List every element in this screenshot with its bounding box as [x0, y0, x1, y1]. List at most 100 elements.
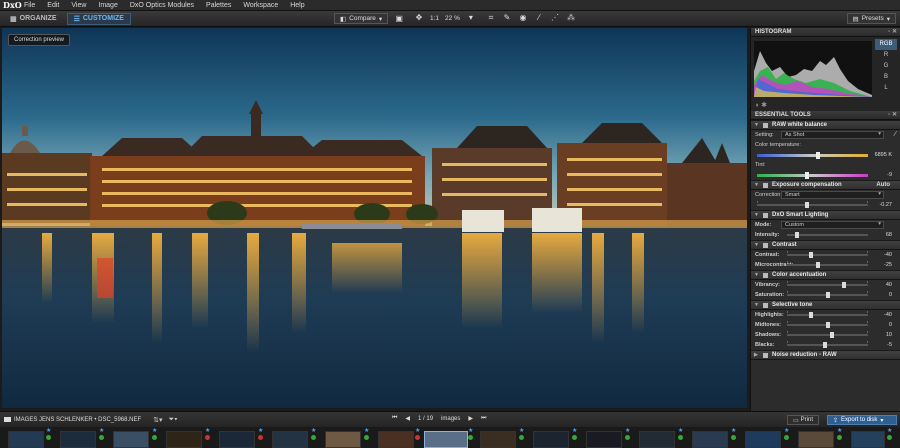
filmstrip-thumbnail[interactable]	[639, 431, 675, 448]
highlights-value[interactable]: -40	[870, 312, 892, 318]
expand-icon[interactable]: ▶	[754, 352, 760, 358]
export-button[interactable]: ⇪ Export to disk ▾	[827, 415, 897, 425]
star-icon[interactable]: ★	[887, 427, 892, 434]
menu-workspace[interactable]: Workspace	[237, 0, 284, 11]
saturation-value[interactable]: 0	[870, 292, 892, 298]
filmstrip-thumbnail[interactable]	[745, 431, 781, 448]
star-icon[interactable]: ★	[415, 427, 420, 434]
vibrancy-knob[interactable]	[841, 282, 846, 288]
microcontrast-value[interactable]: -25	[870, 262, 892, 268]
channel-b[interactable]: B	[875, 72, 897, 83]
blacks-slider[interactable]	[787, 341, 868, 348]
temperature-slider[interactable]	[757, 152, 868, 159]
highlights-knob[interactable]	[809, 312, 814, 318]
star-icon[interactable]: ★	[468, 427, 473, 434]
filmstrip-thumbnail[interactable]	[533, 431, 569, 448]
exposure-header[interactable]: ▼ Exposure compensation Auto	[751, 180, 900, 190]
tint-knob[interactable]	[804, 172, 809, 179]
filmstrip-thumbnail[interactable]	[586, 431, 622, 448]
last-image-icon[interactable]: ⏭	[481, 415, 486, 422]
zoom-one-to-one[interactable]: 1:1	[430, 15, 439, 22]
repair-brush-icon[interactable]: ✎	[502, 13, 512, 23]
intensity-value[interactable]: 68	[870, 232, 892, 238]
menu-file[interactable]: File	[18, 0, 41, 11]
exposure-correction-select[interactable]: Smart	[781, 191, 884, 199]
star-icon[interactable]: ★	[519, 427, 524, 434]
wb-eyedropper-icon[interactable]: ⁄	[895, 131, 896, 138]
histogram-header[interactable]: HISTOGRAM ▫ ✕	[751, 28, 900, 37]
exposure-slider[interactable]	[757, 201, 868, 208]
temperature-knob[interactable]	[816, 152, 821, 159]
perspective-icon[interactable]: ⋰	[550, 13, 560, 23]
exposure-auto-label[interactable]: Auto	[876, 182, 890, 188]
horizon-icon[interactable]: ⁄	[534, 13, 544, 23]
vibrancy-value[interactable]: 40	[870, 282, 892, 288]
sort-icon[interactable]: ⇅▾	[153, 416, 162, 424]
star-icon[interactable]: ★	[152, 427, 157, 434]
customize-tab[interactable]: ☰ CUSTOMIZE	[66, 12, 131, 25]
organize-tab[interactable]: ▦ ORGANIZE	[4, 13, 63, 25]
shadows-value[interactable]: 10	[870, 332, 892, 338]
filmstrip-thumbnail[interactable]	[219, 431, 255, 448]
menu-image[interactable]: Image	[92, 0, 123, 11]
exposure-knob[interactable]	[804, 202, 809, 208]
filmstrip-thumbnail[interactable]	[8, 431, 44, 448]
star-icon[interactable]: ★	[784, 427, 789, 434]
midtones-knob[interactable]	[825, 322, 830, 328]
contrast-knob[interactable]	[809, 252, 814, 258]
microcontrast-slider[interactable]	[787, 261, 868, 268]
presets-button[interactable]: ▤ Presets ▾	[846, 13, 896, 24]
tint-value[interactable]: -9	[870, 172, 892, 178]
smart-lighting-header[interactable]: ▼ DxO Smart Lighting	[751, 210, 900, 220]
star-icon[interactable]: ★	[205, 427, 210, 434]
filmstrip-thumbnail[interactable]	[480, 431, 516, 448]
filmstrip-thumbnail[interactable]	[851, 431, 885, 448]
shadows-knob[interactable]	[829, 332, 834, 338]
highlights-slider[interactable]	[787, 311, 868, 318]
split-view-icon[interactable]: ▣	[394, 14, 404, 24]
panel-controls-icon[interactable]: ▫ ✕	[888, 28, 897, 37]
filmstrip-thumbnail[interactable]	[272, 431, 308, 448]
move-icon[interactable]: ✥	[414, 13, 424, 23]
temperature-value[interactable]: 6895 K	[870, 152, 892, 158]
star-icon[interactable]: ★	[625, 427, 630, 434]
white-balance-header[interactable]: ▼ RAW white balance	[751, 120, 900, 130]
collapse-icon[interactable]: ▼	[754, 182, 760, 188]
enable-checkbox[interactable]	[763, 302, 768, 308]
saturation-knob[interactable]	[825, 292, 830, 298]
collapse-icon[interactable]: ▼	[754, 302, 760, 308]
shadows-slider[interactable]	[787, 331, 868, 338]
midtones-value[interactable]: 0	[870, 322, 892, 328]
tint-slider[interactable]	[757, 172, 868, 179]
essential-tools-header[interactable]: ESSENTIAL TOOLS ▫ ✕	[751, 111, 900, 120]
enable-checkbox[interactable]	[763, 212, 768, 218]
print-button[interactable]: ▭ Print	[787, 415, 820, 425]
channel-r[interactable]: R	[875, 50, 897, 61]
filter-icon[interactable]: ⏷▾	[169, 416, 178, 424]
zoom-level[interactable]: 22 %	[445, 15, 460, 22]
wb-setting-select[interactable]: As Shot	[781, 131, 884, 139]
menu-optics-modules[interactable]: DxO Optics Modules	[124, 0, 200, 11]
vibrancy-slider[interactable]	[787, 281, 868, 288]
collapse-icon[interactable]: ▼	[754, 242, 760, 248]
first-image-icon[interactable]: ⏮	[392, 415, 397, 422]
red-eye-icon[interactable]: ◉	[518, 13, 528, 23]
selective-tone-header[interactable]: ▼ Selective tone	[751, 300, 900, 310]
star-icon[interactable]: ★	[364, 427, 369, 434]
menu-help[interactable]: Help	[284, 0, 310, 11]
zoom-chevron-icon[interactable]: ▾	[466, 13, 476, 23]
contrast-header[interactable]: ▼ Contrast	[751, 240, 900, 250]
enable-checkbox[interactable]	[763, 272, 768, 278]
next-image-icon[interactable]: ▶	[468, 415, 473, 422]
star-icon[interactable]: ★	[837, 427, 842, 434]
filmstrip-thumbnail[interactable]	[692, 431, 728, 448]
star-icon[interactable]: ★	[311, 427, 316, 434]
star-icon[interactable]: ★	[731, 427, 736, 434]
channel-g[interactable]: G	[875, 61, 897, 72]
noise-reduction-header[interactable]: ▶ Noise reduction - RAW	[751, 350, 900, 360]
essential-controls-icon[interactable]: ▫ ✕	[888, 111, 897, 120]
intensity-slider[interactable]	[787, 232, 868, 238]
previous-image-icon[interactable]: ◀	[405, 415, 410, 422]
menu-view[interactable]: View	[65, 0, 92, 11]
blacks-value[interactable]: -5	[870, 342, 892, 348]
